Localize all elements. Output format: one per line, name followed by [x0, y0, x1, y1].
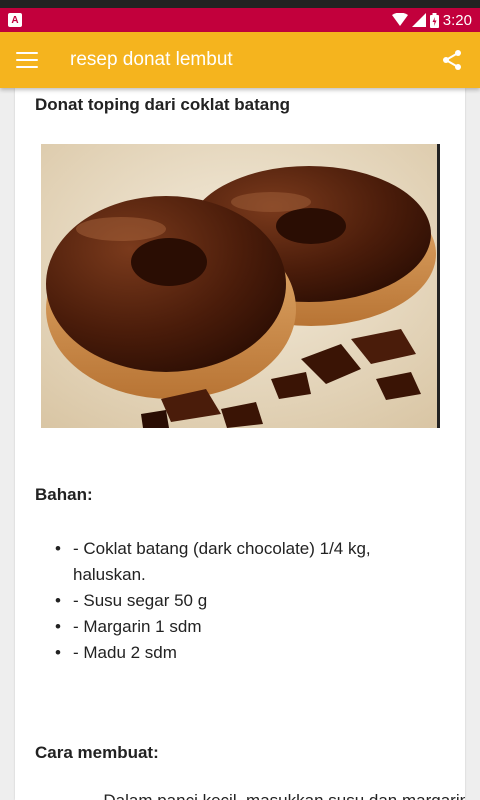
app-bar: resep donat lembut — [0, 32, 480, 88]
notification-icon: A — [8, 13, 22, 27]
list-item: - Coklat batang (dark chocolate) 1/4 kg,… — [55, 536, 445, 588]
method-step-partial: - Dalam panci kecil, masukkan susu dan m… — [93, 791, 465, 800]
app-title: resep donat lembut — [70, 49, 233, 70]
recipe-card: Donat toping dari coklat batang Bahan: •… — [15, 88, 465, 800]
list-item: - Margarin 1 sdm — [55, 614, 445, 640]
status-time: 3:20 — [442, 11, 472, 29]
signal-icon — [411, 13, 426, 27]
post-title: Donat toping dari coklat batang — [35, 95, 291, 114]
ingredients-heading: Bahan: — [35, 485, 93, 504]
list-item: - Susu segar 50 g — [55, 588, 445, 614]
share-icon[interactable] — [440, 48, 464, 72]
list-item: - Madu 2 sdm — [55, 640, 445, 666]
hamburger-menu-icon[interactable] — [16, 52, 38, 68]
status-bar: A 3:20 — [0, 8, 480, 32]
ingredients-list: - Coklat batang (dark chocolate) 1/4 kg,… — [55, 536, 445, 666]
wifi-icon — [391, 13, 408, 26]
battery-icon — [429, 12, 439, 28]
method-heading: Cara membuat: — [35, 743, 159, 762]
chocolate-glazed-donuts-photo — [41, 144, 440, 428]
top-strip — [0, 0, 480, 8]
